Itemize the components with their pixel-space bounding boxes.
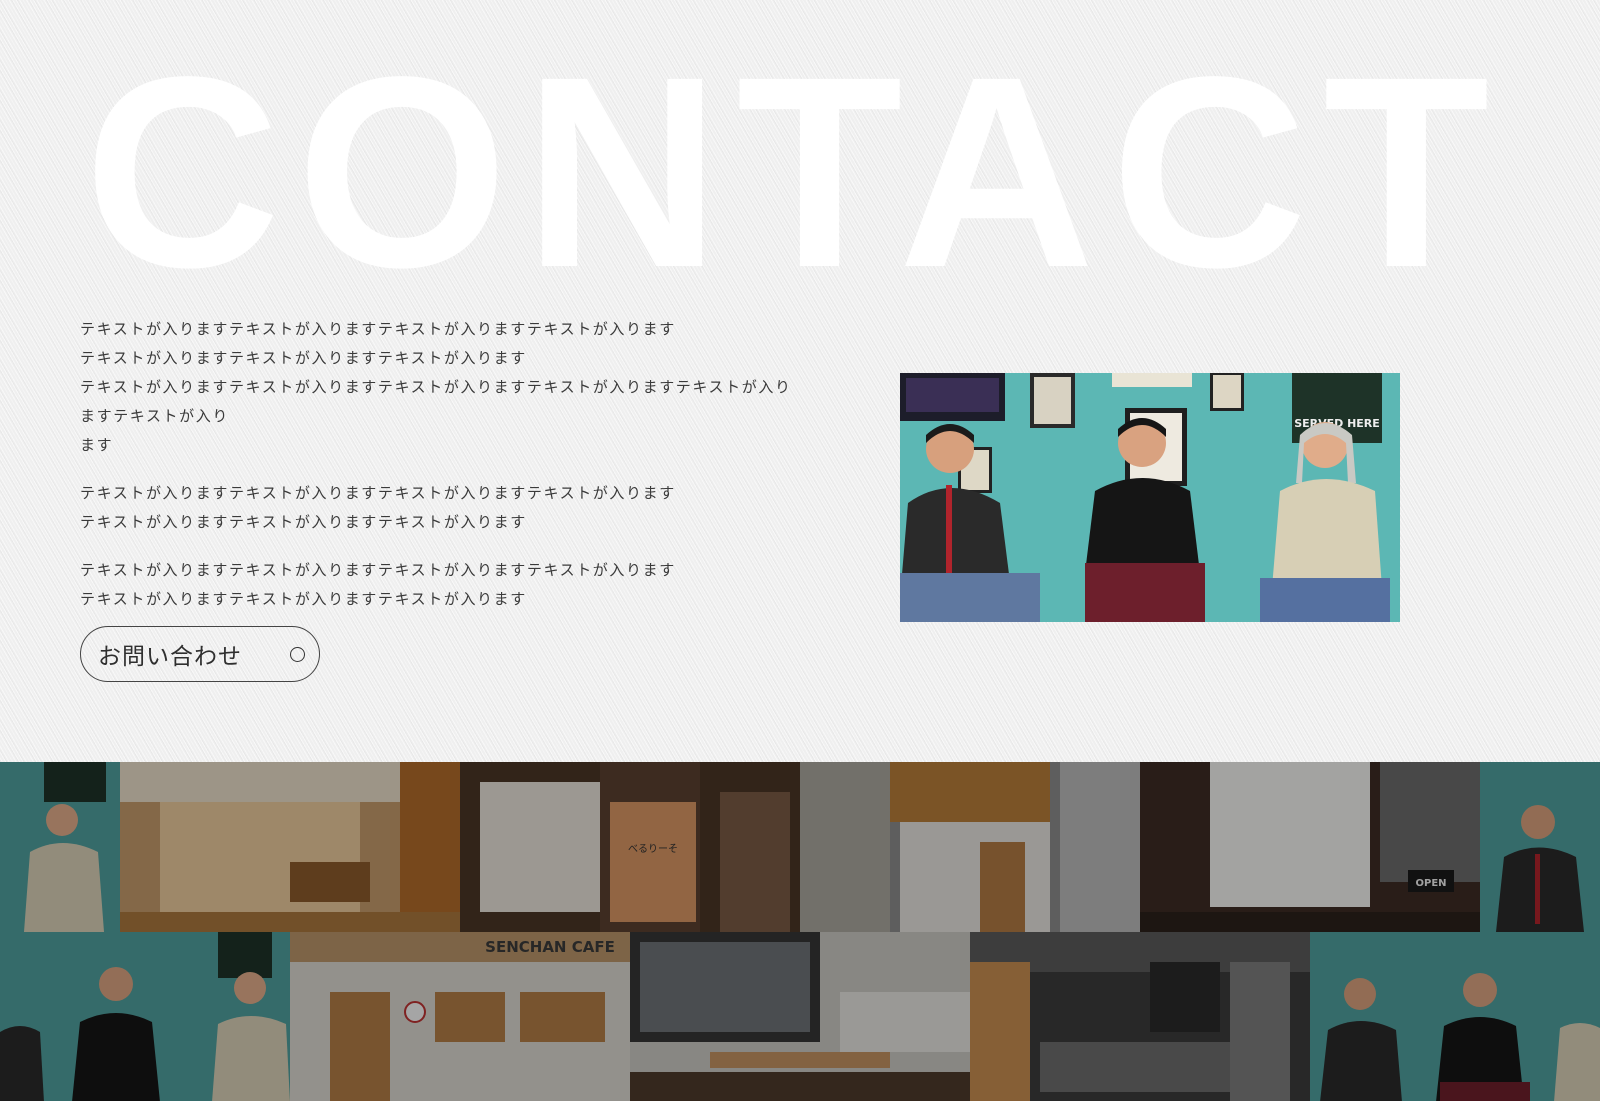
gallery-tile [0, 932, 290, 1101]
contact-button-label: お問い合わせ [98, 644, 242, 670]
gallery-tile [970, 932, 1310, 1101]
paragraph-line: テキストが入りますテキストが入りますテキストが入りますテキストが入ります [80, 484, 676, 502]
paragraph-line: テキストが入りますテキストが入りますテキストが入ります [80, 513, 527, 531]
paragraph-line: ます [80, 436, 114, 454]
paragraph-line: テキストが入りますテキストが入りますテキストが入りますテキストが入ります [80, 561, 676, 579]
circle-icon [290, 646, 305, 662]
gallery-tile [1310, 932, 1600, 1101]
gallery-tile [800, 762, 1140, 932]
contact-paragraph: テキストが入りますテキストが入りますテキストが入りますテキストが入ります テキス… [80, 479, 800, 537]
paragraph-line: テキストが入りますテキストが入りますテキストが入りますテキストが入ります [80, 320, 676, 338]
gallery-tile: べるりーそ [460, 762, 800, 932]
paragraph-line: テキストが入りますテキストが入りますテキストが入ります [80, 349, 527, 367]
open-sign: OPEN [1415, 878, 1446, 889]
gallery-tile [1480, 762, 1600, 932]
interview-photo-illustration: SERVED HERE [900, 373, 1400, 622]
gallery-tile [0, 762, 120, 932]
contact-heading: CONTACT [84, 20, 1506, 324]
gallery-tile: OPEN [1140, 762, 1480, 932]
gallery-tile [120, 762, 460, 932]
gallery: べるりーそ OPEN SENCHAN CAFE [0, 762, 1600, 1101]
contact-paragraph: テキストが入りますテキストが入りますテキストが入りますテキストが入ります テキス… [80, 556, 800, 614]
contact-paragraph: テキストが入りますテキストが入りますテキストが入りますテキストが入ります テキス… [80, 315, 800, 460]
interview-photo: SERVED HERE [900, 373, 1400, 622]
paragraph-line: テキストが入りますテキストが入りますテキストが入ります [80, 590, 527, 608]
gallery-tile [630, 932, 970, 1101]
shop-sign: べるりーそ [628, 843, 678, 855]
gallery-row: べるりーそ OPEN [0, 762, 1600, 932]
paragraph-line: テキストが入りますテキストが入りますテキストが入りますテキストが入りますテキスト… [80, 378, 792, 425]
shop-sign: SENCHAN CAFE [485, 938, 615, 956]
contact-section: CONTACT テキストが入りますテキストが入りますテキストが入りますテキストが… [0, 0, 1600, 762]
contact-inquiry-button[interactable]: お問い合わせ [80, 626, 320, 682]
gallery-row: SENCHAN CAFE [0, 932, 1600, 1101]
gallery-tile: SENCHAN CAFE [290, 932, 630, 1101]
contact-text-block: テキストが入りますテキストが入りますテキストが入りますテキストが入ります テキス… [80, 315, 800, 633]
